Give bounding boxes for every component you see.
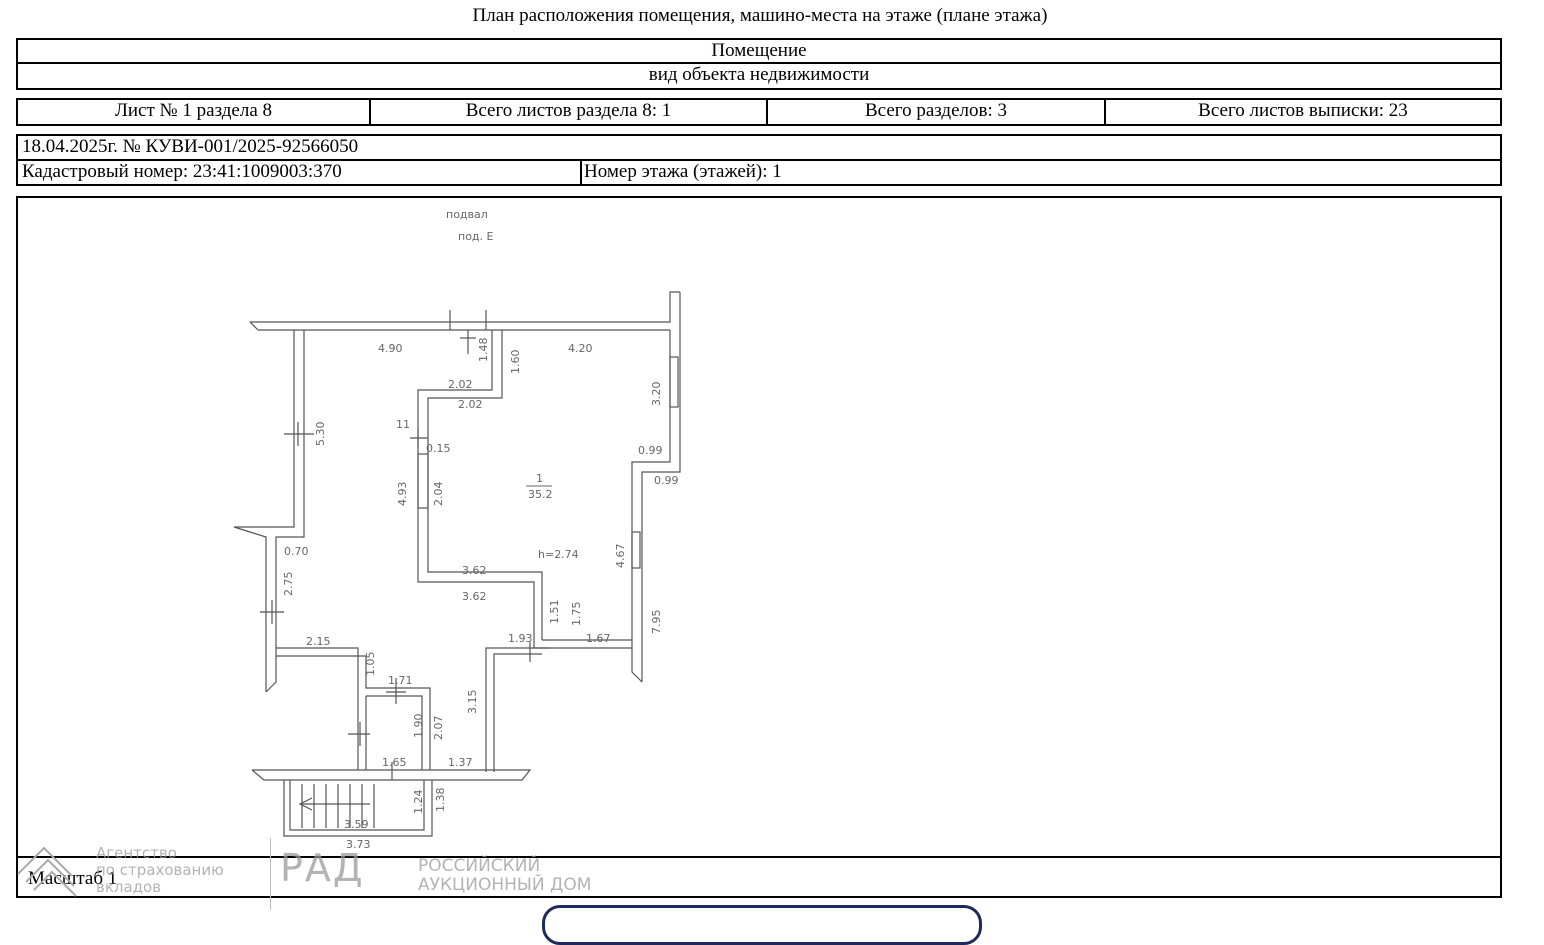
dim-label: 2.02 <box>448 378 473 391</box>
dim-label: 2.75 <box>282 572 295 597</box>
scale-row: Масштаб 1 <box>16 856 1502 898</box>
dim-label: 2.02 <box>458 398 483 411</box>
interior-partition <box>410 330 632 772</box>
sheet-number: Лист № 1 раздела 8 <box>114 100 273 121</box>
dim-label: 3.15 <box>466 690 479 715</box>
dim-label: 7.95 <box>650 610 663 635</box>
dim-label: 3.59 <box>344 818 369 831</box>
room-number: 1 <box>536 472 543 485</box>
record-date-number: 18.04.2025г. № КУВИ-001/2025-92566050 <box>22 136 359 157</box>
dim-label: 1.05 <box>364 652 377 677</box>
floor-plan-frame: подвал под. Е 1 35.2 h=2.74 11 4.90 4.20… <box>16 196 1502 858</box>
object-caption-row: вид объекта недвижимости <box>16 62 1502 90</box>
bottom-action-button[interactable] <box>542 905 982 945</box>
dim-label: 1.71 <box>388 674 413 687</box>
left-wall <box>233 330 314 693</box>
sheet-info-row: Лист № 1 раздела 8 Всего листов раздела … <box>16 98 1502 126</box>
dim-label: 1.75 <box>570 602 583 627</box>
dim-label: 1.24 <box>412 790 425 815</box>
dim-label: 1.93 <box>508 632 533 645</box>
entrance-label: под. Е <box>458 230 494 243</box>
floor-plan-drawing: подвал под. Е 1 35.2 h=2.74 11 4.90 4.20… <box>233 208 681 851</box>
object-caption: вид объекта недвижимости <box>648 64 870 85</box>
dim-label: 3.62 <box>462 564 487 577</box>
sections-count: Всего разделов: 3 <box>766 100 1104 124</box>
floor-number: Номер этажа (этажей): 1 <box>580 161 1500 184</box>
page-title: План расположения помещения, машино-мест… <box>472 5 1048 26</box>
dim-label: 3.20 <box>650 382 663 407</box>
cadastral-number: Кадастровый номер: 23:41:1009003:370 <box>22 161 342 182</box>
dim-label: 1.48 <box>477 338 490 363</box>
dim-label: 1.60 <box>509 350 522 375</box>
object-type-row: Помещение <box>16 38 1502 64</box>
dim-label: 1.51 <box>548 600 561 625</box>
watermark-divider <box>270 838 271 910</box>
dim-label: 3.62 <box>462 590 487 603</box>
dim-label: 2.15 <box>306 635 331 648</box>
top-wall <box>249 291 680 354</box>
dim-label: 0.70 <box>284 545 309 558</box>
dim-label: 4.20 <box>568 342 593 355</box>
dim-label: 2.07 <box>432 716 445 741</box>
dim-label: 4.93 <box>396 482 409 507</box>
dim-label: 1.90 <box>412 714 425 739</box>
aux-label-11: 11 <box>396 418 410 431</box>
dim-label: 5.30 <box>314 422 327 447</box>
ceiling-height: h=2.74 <box>538 548 579 561</box>
dim-label: 1.38 <box>434 788 447 813</box>
room-area: 35.2 <box>528 488 553 501</box>
dim-label: 4.90 <box>378 342 403 355</box>
agency-logo-icon <box>17 846 77 897</box>
dim-label: 1.67 <box>586 632 611 645</box>
dim-label: 1.65 <box>382 756 407 769</box>
object-type: Помещение <box>711 40 807 61</box>
bottom-wall-stair <box>251 769 532 837</box>
lower-left-rooms <box>276 647 431 780</box>
dim-label: 3.73 <box>346 838 371 851</box>
section-sheets-count: Всего листов раздела 8: 1 <box>369 100 766 124</box>
record-date-row: 18.04.2025г. № КУВИ-001/2025-92566050 <box>16 134 1502 161</box>
record-cadastral-row: Кадастровый номер: 23:41:1009003:370 Ном… <box>16 159 1502 186</box>
dim-label: 0.99 <box>654 474 679 487</box>
dim-label: 0.99 <box>638 444 663 457</box>
dim-label: 4.67 <box>614 544 627 569</box>
dim-label: 2.04 <box>432 482 445 507</box>
dim-label: 0.15 <box>426 442 451 455</box>
basement-label: подвал <box>446 208 488 221</box>
dim-label: 1.37 <box>448 756 473 769</box>
extract-sheets-count: Всего листов выписки: 23 <box>1104 100 1500 124</box>
